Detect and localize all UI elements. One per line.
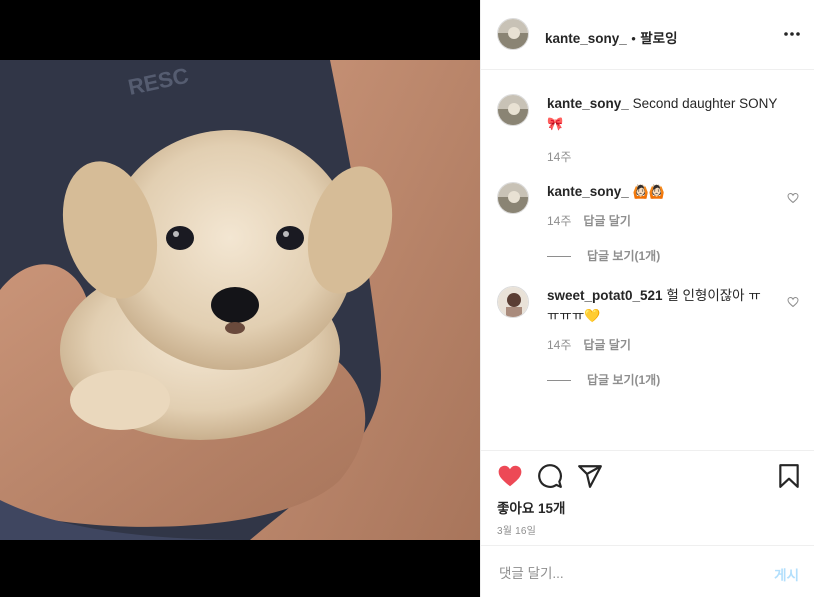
view-replies-line	[547, 256, 571, 258]
view-replies-label: 답글 보기(1개)	[587, 249, 661, 263]
reply-button[interactable]: 답글 달기	[583, 214, 631, 228]
avatar-image	[498, 287, 528, 317]
view-replies-button[interactable]: 답글 보기(1개)	[547, 371, 767, 388]
post-image-container[interactable]: RESC	[0, 0, 480, 597]
reply-button[interactable]: 답글 달기	[583, 338, 631, 352]
comment: kante_sony_ 🙆🏻🙆🏻 14주 답글 달기 답글 보기(1개)	[547, 182, 767, 264]
header-separator: •	[631, 31, 636, 46]
heart-filled-icon[interactable]	[497, 463, 523, 489]
post-actions: 좋아요 15개 3월 16일	[481, 450, 814, 545]
bookmark-icon[interactable]	[776, 463, 802, 489]
view-replies-line	[547, 380, 571, 382]
header-user-line: kante_sony_ • 팔로잉	[545, 27, 678, 48]
send-icon[interactable]	[577, 463, 603, 489]
avatar[interactable]	[497, 286, 529, 318]
caption: kante_sony_ Second daughter SONY 🎀 14주	[547, 94, 787, 165]
comment-meta: 14주 답글 달기	[547, 212, 767, 229]
header-username[interactable]: kante_sony_	[545, 31, 627, 46]
person-gesturing-icon: 🙆🏻🙆🏻	[632, 184, 665, 199]
comment-username[interactable]: sweet_potat0_521	[547, 288, 663, 303]
comment-time[interactable]: 14주	[547, 214, 571, 228]
likes-count[interactable]: 좋아요 15개	[497, 497, 565, 517]
comment-like-heart-icon[interactable]	[787, 192, 799, 204]
avatar[interactable]	[497, 182, 529, 214]
post-side-panel: kante_sony_ • 팔로잉 kante_sony_ Second dau…	[480, 0, 814, 597]
more-horizontal-icon[interactable]	[783, 25, 801, 43]
add-comment-bar: 게시	[481, 545, 814, 597]
avatar-image	[498, 183, 528, 213]
avatar[interactable]	[497, 18, 529, 50]
comment-like-heart-icon[interactable]	[787, 296, 799, 308]
following-button[interactable]: 팔로잉	[640, 31, 677, 46]
caption-text: Second daughter SONY	[632, 96, 778, 111]
comments-list[interactable]: kante_sony_ Second daughter SONY 🎀 14주 k…	[481, 70, 814, 450]
post-header: kante_sony_ • 팔로잉	[481, 0, 814, 70]
comment-icon[interactable]	[537, 463, 563, 489]
view-replies-label: 답글 보기(1개)	[587, 373, 661, 387]
puppy-photo: RESC	[0, 60, 480, 540]
ribbon-icon: 🎀	[547, 116, 564, 131]
post-comment-button[interactable]: 게시	[774, 564, 799, 584]
comment-time[interactable]: 14주	[547, 338, 571, 352]
avatar-image	[498, 95, 528, 125]
comment-input[interactable]	[497, 562, 751, 584]
caption-username[interactable]: kante_sony_	[547, 96, 629, 111]
avatar-image	[498, 19, 528, 49]
view-replies-button[interactable]: 답글 보기(1개)	[547, 247, 767, 264]
yellow-heart-icon: 💛	[584, 308, 601, 323]
avatar[interactable]	[497, 94, 529, 126]
comment-meta: 14주 답글 달기	[547, 336, 767, 353]
post-date[interactable]: 3월 16일	[497, 522, 536, 537]
comment-username[interactable]: kante_sony_	[547, 184, 629, 199]
caption-time[interactable]: 14주	[547, 148, 787, 165]
comment: sweet_potat0_521 헐 인형이잖아 ㅠㅠㅠㅠ💛 14주 답글 달기 …	[547, 286, 767, 388]
